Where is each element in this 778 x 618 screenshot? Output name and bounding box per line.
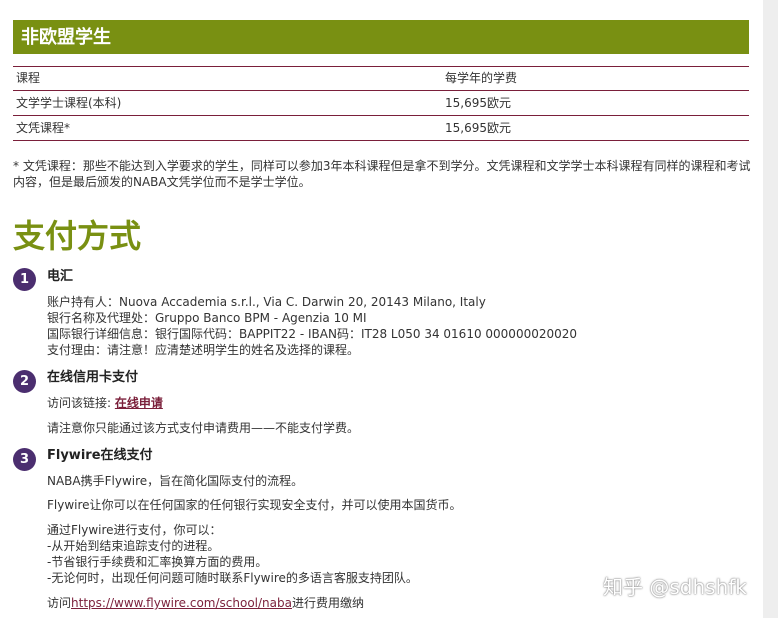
payment-reason: 支付理由：请注意！应清楚述明学生的姓名及选择的课程。: [47, 343, 360, 357]
flywire-url-link[interactable]: https://www.flywire.com/school/naba: [71, 596, 292, 610]
step-1-title: 电汇: [47, 269, 74, 284]
table-row-diploma-course: 文凭课程*: [16, 121, 71, 135]
step-3-title: Flywire在线支付: [47, 448, 153, 463]
flywire-benefit-1: -从开始到结束追踪支付的进程。: [47, 539, 220, 553]
section-header-band: [13, 20, 749, 54]
table-top-rule: [13, 66, 749, 67]
zhihu-watermark: 知乎 @sdhshfk: [603, 575, 747, 599]
flywire-visit-prefix: 访问: [47, 596, 72, 610]
flywire-benefit-2: -节省银行手续费和汇率换算方面的费用。: [47, 555, 268, 569]
online-apply-prefix: 访问该链接:: [47, 396, 115, 410]
online-apply-note: 请注意你只能通过该方式支付申请费用——不能支付学费。: [47, 421, 360, 435]
table-row-rule: [13, 115, 749, 116]
step-2-title: 在线信用卡支付: [47, 370, 139, 385]
table-header-rule: [13, 90, 749, 91]
step-3-badge: 3: [13, 448, 36, 471]
table-row-bachelor-course: 文学学士课程(本科): [16, 96, 122, 110]
table-header-fee: 每学年的学费: [445, 71, 518, 85]
flywire-benefits-label: 通过Flywire进行支付，你可以：: [47, 523, 222, 537]
flywire-visit-suffix: 进行费用缴纳: [291, 596, 364, 610]
bank-account-holder: 账户持有人：Nuova Accademia s.r.l., Via C. Dar…: [47, 295, 486, 309]
table-bottom-rule: [13, 140, 749, 141]
page-scrollbar[interactable]: [763, 0, 778, 618]
online-apply-line: 访问该链接: 在线申请: [47, 395, 163, 411]
diploma-footnote: * 文凭课程：那些不能达到入学要求的学生，同样可以参加3年本科课程但是拿不到学分…: [13, 159, 751, 189]
payment-methods-title: 支付方式: [13, 217, 142, 255]
flywire-description: Flywire让你可以在任何国家的任何银行实现安全支付，并可以使用本国货币。: [47, 498, 462, 512]
flywire-intro: NABA携手Flywire，旨在简化国际支付的流程。: [47, 474, 304, 488]
bank-name: 银行名称及代理处：Gruppo Banco BPM - Agenzia 10 M…: [47, 311, 367, 325]
online-apply-link[interactable]: 在线申请: [115, 396, 163, 410]
section-header-title: 非欧盟学生: [21, 27, 111, 48]
table-row-diploma-fee: 15,695欧元: [445, 121, 511, 135]
table-row-bachelor-fee: 15,695欧元: [445, 96, 511, 110]
step-2-badge: 2: [13, 370, 36, 393]
bank-details: 国际银行详细信息：银行国际代码：BAPPIT22 - IBAN码：IT28 L0…: [47, 327, 578, 341]
table-header-course: 课程: [16, 71, 41, 85]
flywire-benefit-3: -无论何时，出现任何问题可随时联系Flywire的多语言客服支持团队。: [47, 571, 418, 585]
flywire-visit-line: 访问https://www.flywire.com/school/naba进行费…: [47, 595, 364, 611]
step-1-badge: 1: [13, 268, 36, 291]
